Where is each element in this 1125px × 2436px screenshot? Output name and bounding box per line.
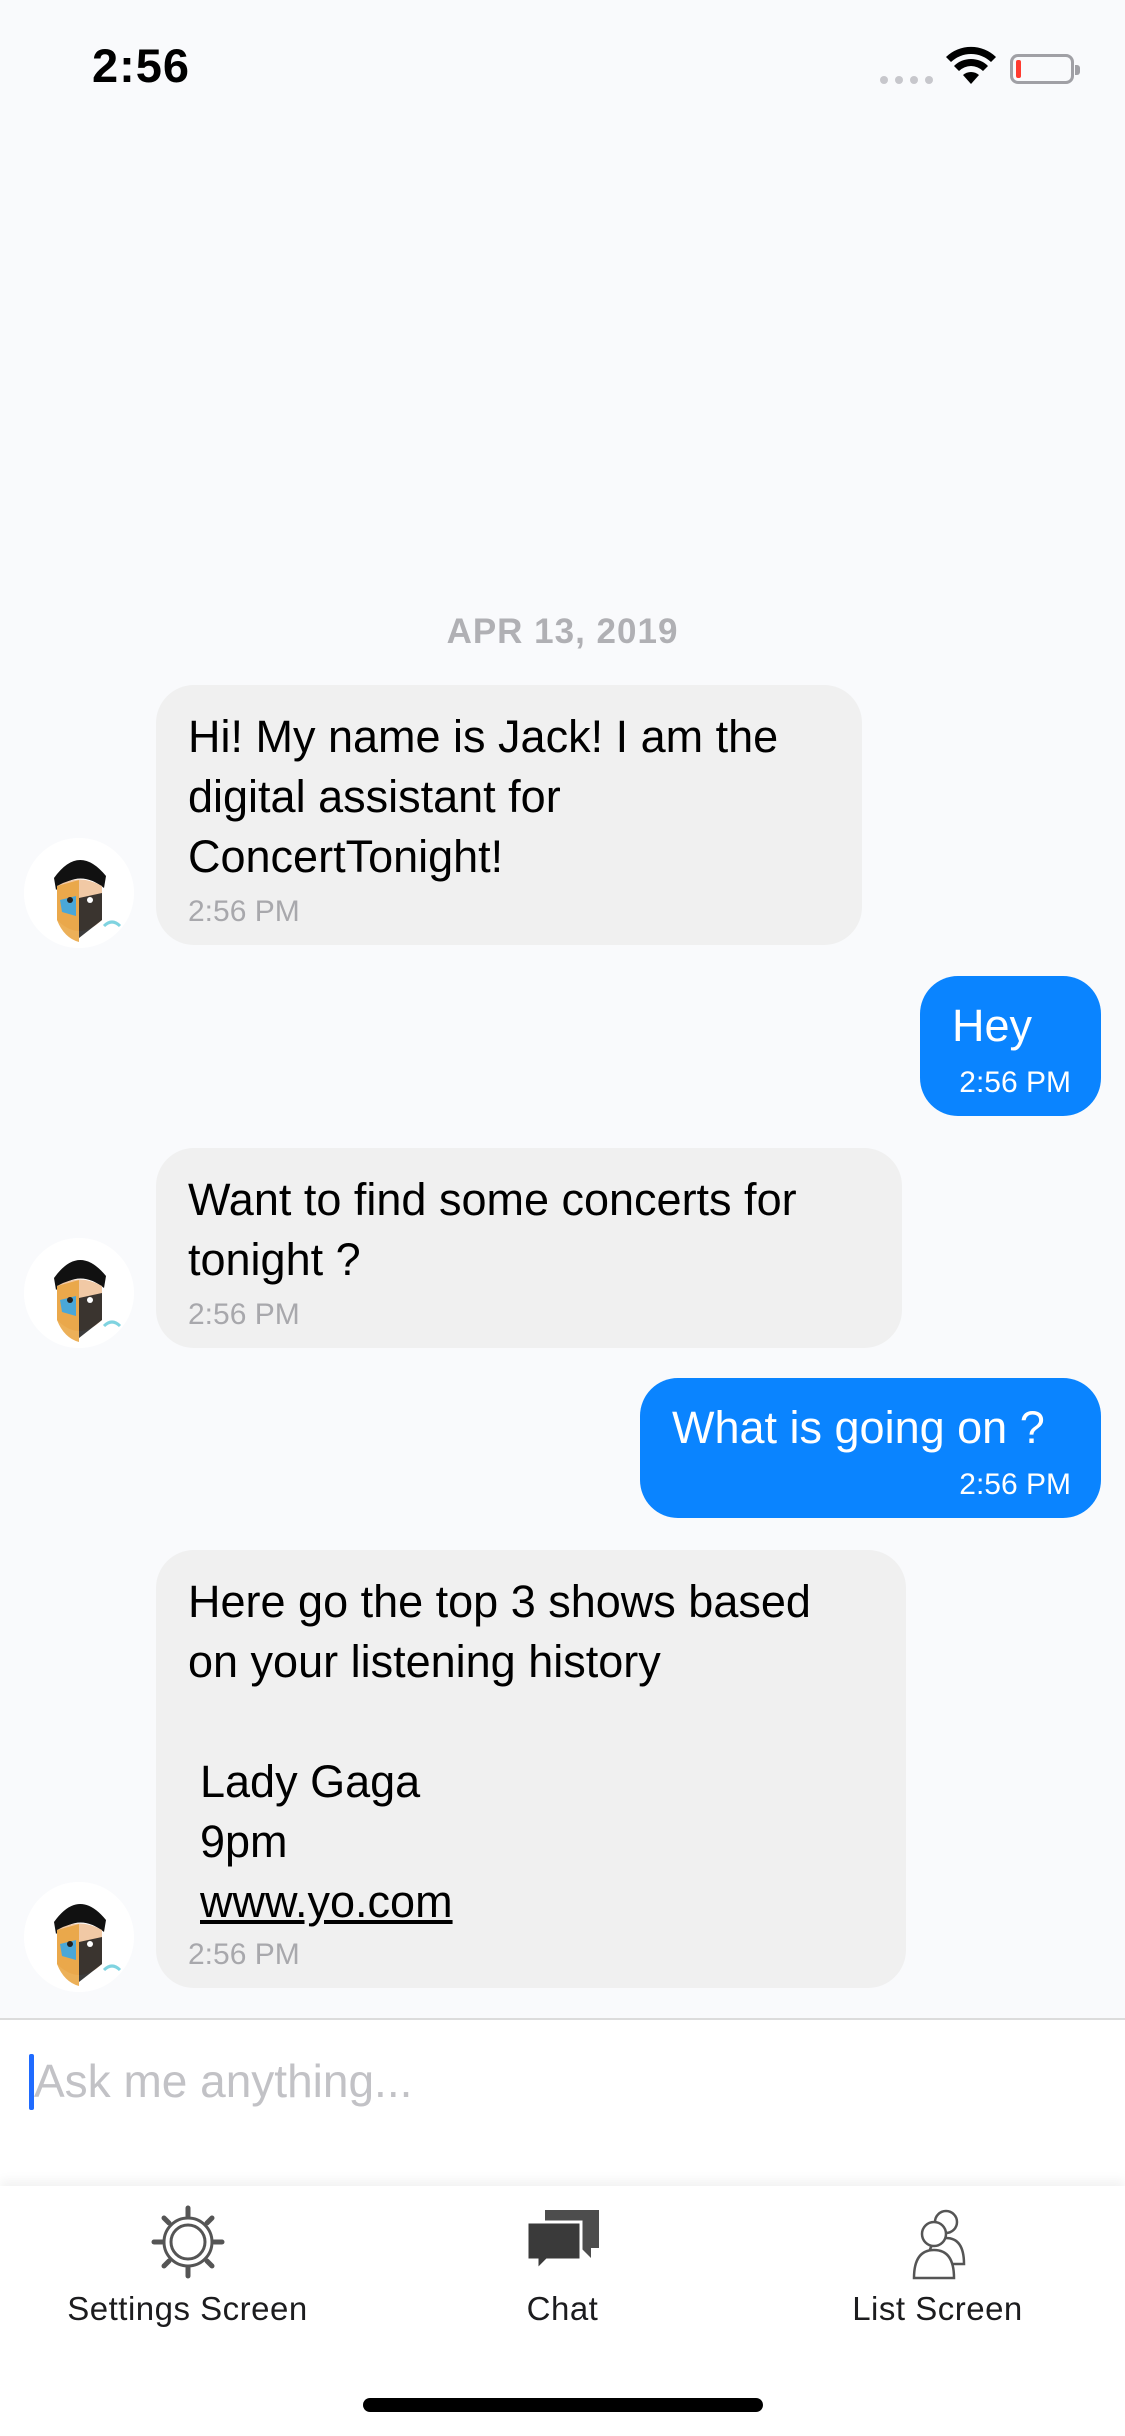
wifi-icon <box>946 46 996 84</box>
people-icon <box>912 2209 965 2280</box>
gear-icon <box>151 2205 224 2279</box>
tab-list[interactable]: List Screen <box>750 2202 1125 2328</box>
message-time: 2:56 PM <box>959 1468 1071 1501</box>
message-time: 2:56 PM <box>188 1938 300 1971</box>
chat-bubbles-icon <box>525 2210 599 2274</box>
tab-label: Chat <box>526 2290 599 2327</box>
jack-avatar-icon <box>24 1882 134 1992</box>
jack-avatar-icon <box>24 838 134 948</box>
show-time: 9pm <box>200 1816 288 1867</box>
show-artist: Lady Gaga <box>200 1756 421 1807</box>
message-text: What is going on ? <box>672 1402 1045 1453</box>
incoming-message-bubble[interactable]: Hi! My name is Jack! I am the digital as… <box>156 685 862 945</box>
tab-chat[interactable]: Chat <box>375 2202 750 2328</box>
status-time: 2:56 <box>92 39 191 92</box>
outgoing-message-bubble[interactable]: Hey 2:56 PM <box>920 976 1101 1116</box>
avatar[interactable] <box>24 1882 134 1992</box>
tab-label: Settings Screen <box>67 2290 308 2327</box>
battery-icon <box>1010 54 1080 84</box>
date-header: APR 13, 2019 <box>446 612 679 651</box>
message-text: Hi! My name is Jack! I am the digital as… <box>188 711 779 882</box>
cellular-signal-icon <box>880 76 933 84</box>
show-link[interactable]: www.yo.com <box>200 1872 874 1932</box>
jack-avatar-icon <box>24 1238 134 1348</box>
message-input[interactable] <box>34 2048 1084 2114</box>
message-composer <box>0 2018 1125 2186</box>
message-time: 2:56 PM <box>188 1298 300 1331</box>
message-time: 2:56 PM <box>959 1066 1071 1099</box>
outgoing-message-bubble[interactable]: What is going on ? 2:56 PM <box>640 1378 1101 1518</box>
incoming-message-bubble[interactable]: Here go the top 3 shows based on your li… <box>156 1550 906 1988</box>
tab-label: List Screen <box>852 2290 1023 2327</box>
message-text: Want to find some concerts for tonight ? <box>188 1174 797 1285</box>
message-text: Hey <box>952 1000 1033 1051</box>
status-bar: 2:56 <box>0 0 1125 130</box>
avatar[interactable] <box>24 838 134 948</box>
message-text: Here go the top 3 shows based on your li… <box>188 1576 811 1687</box>
incoming-message-bubble[interactable]: Want to find some concerts for tonight ?… <box>156 1148 902 1348</box>
avatar[interactable] <box>24 1238 134 1348</box>
tab-settings[interactable]: Settings Screen <box>0 2202 375 2328</box>
home-indicator[interactable] <box>363 2398 763 2412</box>
message-time: 2:56 PM <box>188 895 300 928</box>
